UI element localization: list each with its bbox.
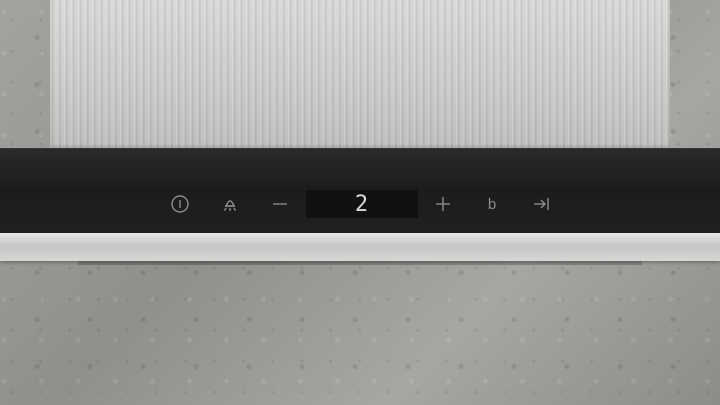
plus-icon xyxy=(436,197,450,211)
stainless-chimney xyxy=(50,0,670,148)
decrease-button[interactable] xyxy=(266,190,294,218)
boost-button[interactable]: b xyxy=(478,190,506,218)
fan-level-digit: 2 xyxy=(354,191,370,217)
power-button[interactable] xyxy=(166,190,194,218)
boost-icon: b xyxy=(487,195,497,213)
fan-level-display: 2 xyxy=(306,190,418,218)
hood-underside-shadow xyxy=(78,261,642,265)
light-button[interactable] xyxy=(216,190,244,218)
run-on-arrow-icon xyxy=(534,198,549,210)
lamp-icon xyxy=(223,200,237,211)
minus-icon xyxy=(273,203,287,205)
increase-button[interactable] xyxy=(429,190,457,218)
run-on-button[interactable] xyxy=(528,190,556,218)
stainless-trim xyxy=(0,233,720,261)
power-icon xyxy=(171,195,189,213)
